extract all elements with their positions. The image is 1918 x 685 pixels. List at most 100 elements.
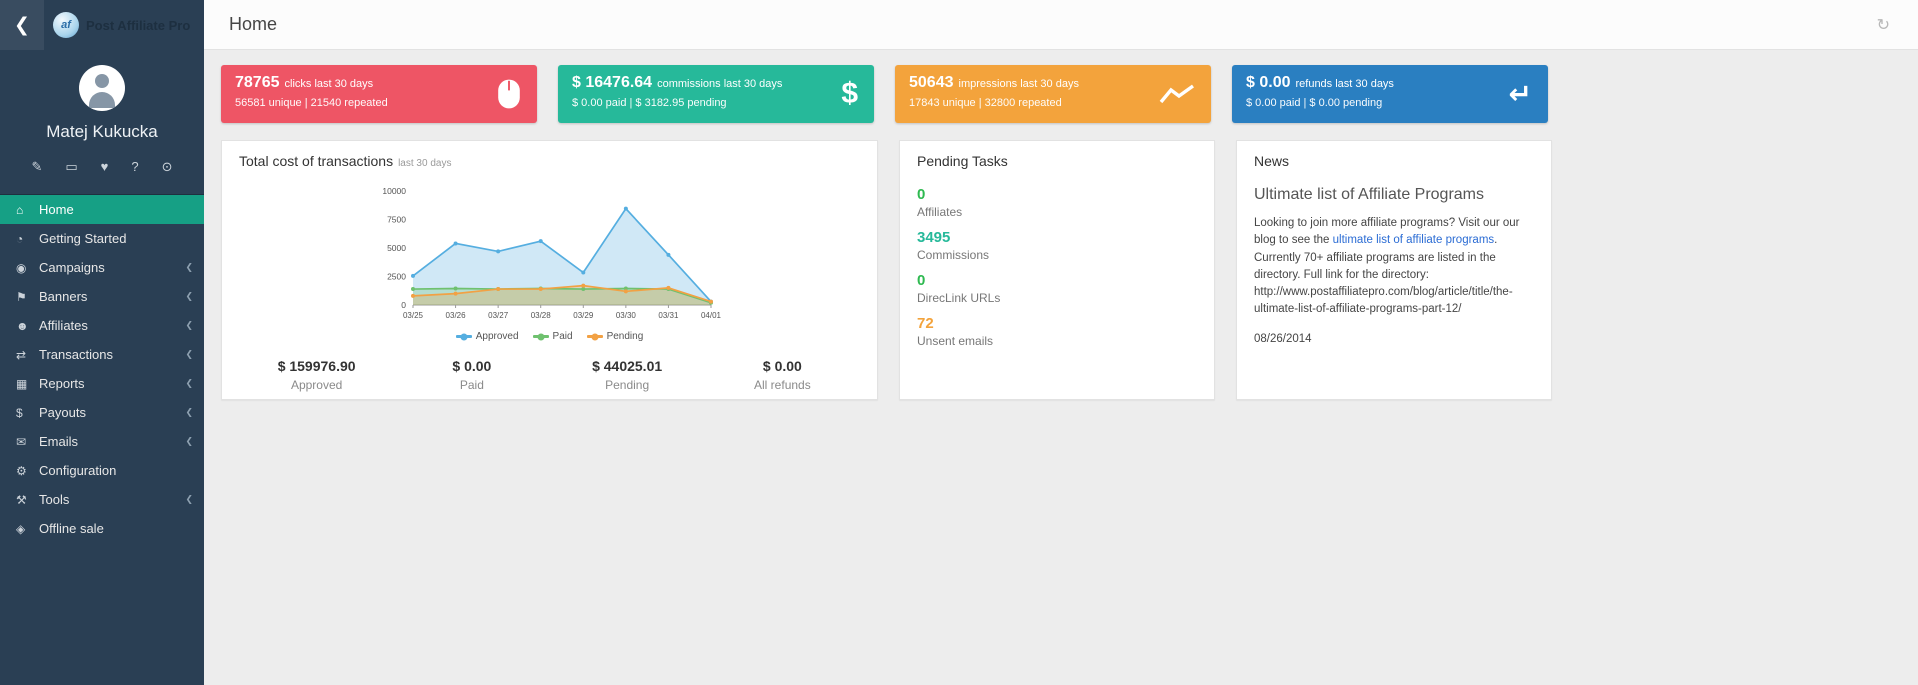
news-text-after: . Currently 70+ affiliate programs are l… xyxy=(1254,234,1513,315)
stat-value: $ 0.00 xyxy=(705,358,860,374)
sidebar-item-label: Emails xyxy=(39,434,78,449)
power-icon[interactable]: ⊙ xyxy=(162,159,173,175)
emails-icon: ✉ xyxy=(16,435,39,449)
chevron-left-icon: ❮ xyxy=(14,14,30,37)
campaigns-icon: ◉ xyxy=(16,261,39,275)
offline-sale-icon: ◈ xyxy=(16,522,39,536)
svg-text:03/29: 03/29 xyxy=(573,311,594,320)
avatar[interactable] xyxy=(79,65,125,111)
edit-pencil-icon[interactable]: ✎ xyxy=(31,159,42,175)
topbar: Home ↻ xyxy=(204,0,1918,50)
stat-sub: 56581 unique | 21540 repeated xyxy=(235,97,523,109)
svg-text:03/26: 03/26 xyxy=(445,311,466,320)
transactions-panel: Total cost of transactionslast 30 days 0… xyxy=(221,140,878,400)
monitor-icon[interactable]: ▭ xyxy=(65,159,77,175)
news-title: News xyxy=(1254,153,1534,169)
stat-label: impressions last 30 days xyxy=(959,78,1079,90)
svg-text:03/30: 03/30 xyxy=(615,311,636,320)
stat-card-commissions-last-30-days[interactable]: $ 16476.64 commissions last 30 days $ 0.00… xyxy=(558,65,874,123)
sidebar-item-label: Affiliates xyxy=(39,318,88,333)
stat-sub: $ 0.00 paid | $ 0.00 pending xyxy=(1246,97,1534,109)
configuration-icon: ⚙ xyxy=(16,464,39,478)
stat-card-clicks-last-30-days[interactable]: 78765 clicks last 30 days 56581 unique | 2… xyxy=(221,65,537,123)
sidebar-item-campaigns[interactable]: ◉Campaigns❮ xyxy=(0,253,204,282)
task-value[interactable]: 0 xyxy=(917,272,1197,289)
legend-item-pending[interactable]: Pending xyxy=(587,331,644,342)
legend-swatch xyxy=(533,335,549,338)
sidebar-item-label: Configuration xyxy=(39,463,116,478)
svg-text:0: 0 xyxy=(401,300,406,310)
stat-sub: 17843 unique | 32800 repeated xyxy=(909,97,1197,109)
task-value[interactable]: 3495 xyxy=(917,229,1197,246)
sidebar-item-banners[interactable]: ⚑Banners❮ xyxy=(0,282,204,311)
sidebar-item-affiliates[interactable]: ☻Affiliates❮ xyxy=(0,311,204,340)
tools-icon: ⚒ xyxy=(16,493,39,507)
task-unsent-emails: 72Unsent emails xyxy=(917,315,1197,348)
stat-card-impressions-last-30-days[interactable]: 50643 impressions last 30 days 17843 uniqu… xyxy=(895,65,1211,123)
legend-swatch xyxy=(587,335,603,338)
stat-label: Pending xyxy=(550,378,705,392)
chart-stat-pending: $ 44025.01 Pending xyxy=(550,358,705,392)
home-icon: ⌂ xyxy=(16,203,39,217)
stat-card-refunds-last-30-days[interactable]: $ 0.00refunds last 30 days$ 0.00 paid | … xyxy=(1232,65,1548,123)
favorites-heart-icon[interactable]: ♥ xyxy=(101,159,109,175)
svg-text:10000: 10000 xyxy=(382,186,406,196)
sidebar-item-payouts[interactable]: $Payouts❮ xyxy=(0,398,204,427)
chevron-left-icon: ❮ xyxy=(185,378,193,389)
chart-stat-paid: $ 0.00Paid xyxy=(394,358,549,392)
tasks-list: 0Affiliates3495Commissions0DirecLink URL… xyxy=(917,186,1197,348)
sidebar-item-label: Offline sale xyxy=(39,521,104,536)
stat-value: $ 44025.01 xyxy=(550,358,705,374)
transactions-panel-header: Total cost of transactionslast 30 days xyxy=(239,153,860,171)
news-date: 08/26/2014 xyxy=(1254,333,1534,345)
task-value[interactable]: 72 xyxy=(917,315,1197,332)
svg-text:03/25: 03/25 xyxy=(402,311,423,320)
sidebar-item-home[interactable]: ⌂Home xyxy=(0,195,204,224)
chevron-left-icon: ❮ xyxy=(185,349,193,360)
task-value[interactable]: 0 xyxy=(917,186,1197,203)
sidebar-item-getting-started[interactable]: ◔Getting Started xyxy=(0,224,204,253)
brand[interactable]: af Post Affiliate Pro xyxy=(44,12,190,38)
return-arrow-icon: ↵ xyxy=(1509,78,1532,111)
stat-sub: $ 0.00 paid | $ 3182.95 pending xyxy=(572,97,860,109)
sidebar: ❮ af Post Affiliate Pro Matej Kukucka ✎▭… xyxy=(0,0,204,685)
sidebar-item-configuration[interactable]: ⚙Configuration xyxy=(0,456,204,485)
stat-value: $ 0.00 xyxy=(1246,74,1290,91)
user-profile: Matej Kukucka ✎▭♥?⊙ xyxy=(0,50,204,175)
svg-text:03/27: 03/27 xyxy=(488,311,509,320)
stat-value: $ 159976.90 xyxy=(239,358,394,374)
payouts-icon: $ xyxy=(16,406,39,420)
help-icon[interactable]: ? xyxy=(131,159,138,175)
stat-label: Paid xyxy=(394,378,549,392)
legend-swatch xyxy=(456,335,472,338)
news-link[interactable]: ultimate list of affiliate programs xyxy=(1333,234,1495,246)
stat-value: 50643 xyxy=(909,74,954,91)
stat-label: commissions last 30 days xyxy=(657,78,782,90)
chevron-left-icon: ❮ xyxy=(185,320,193,331)
transactions-icon: ⇄ xyxy=(16,348,39,362)
stat-cards-row: 78765 clicks last 30 days 56581 unique | 2… xyxy=(221,65,1552,123)
collapse-sidebar-button[interactable]: ❮ xyxy=(0,0,44,50)
reports-icon: ▦ xyxy=(16,377,39,391)
stat-value: 78765 xyxy=(235,74,280,91)
legend-item-paid[interactable]: Paid xyxy=(533,331,573,342)
svg-text:04/01: 04/01 xyxy=(700,311,721,320)
sidebar-item-offline-sale[interactable]: ◈Offline sale xyxy=(0,514,204,543)
sidebar-item-reports[interactable]: ▦Reports❮ xyxy=(0,369,204,398)
news-headline[interactable]: Ultimate list of Affiliate Programs xyxy=(1254,186,1534,204)
sidebar-item-tools[interactable]: ⚒Tools❮ xyxy=(0,485,204,514)
page-title: Home xyxy=(229,14,277,35)
stat-value: $ 16476.64 xyxy=(572,74,652,91)
legend-item-approved[interactable]: Approved xyxy=(456,331,519,342)
chevron-left-icon: ❮ xyxy=(185,407,193,418)
sidebar-item-transactions[interactable]: ⇄Transactions❮ xyxy=(0,340,204,369)
chart-stat-all-refunds: $ 0.00All refunds xyxy=(705,358,860,392)
task-direclink-urls: 0DirecLink URLs xyxy=(917,272,1197,305)
sidebar-item-label: Getting Started xyxy=(39,231,126,246)
stat-label: clicks last 30 days xyxy=(285,78,374,90)
refresh-icon[interactable]: ↻ xyxy=(1877,15,1890,35)
sidebar-item-emails[interactable]: ✉Emails❮ xyxy=(0,427,204,456)
task-label: Commissions xyxy=(917,248,1197,262)
line-chart-icon xyxy=(1159,83,1195,105)
sidebar-brand-row: ❮ af Post Affiliate Pro xyxy=(0,0,204,50)
